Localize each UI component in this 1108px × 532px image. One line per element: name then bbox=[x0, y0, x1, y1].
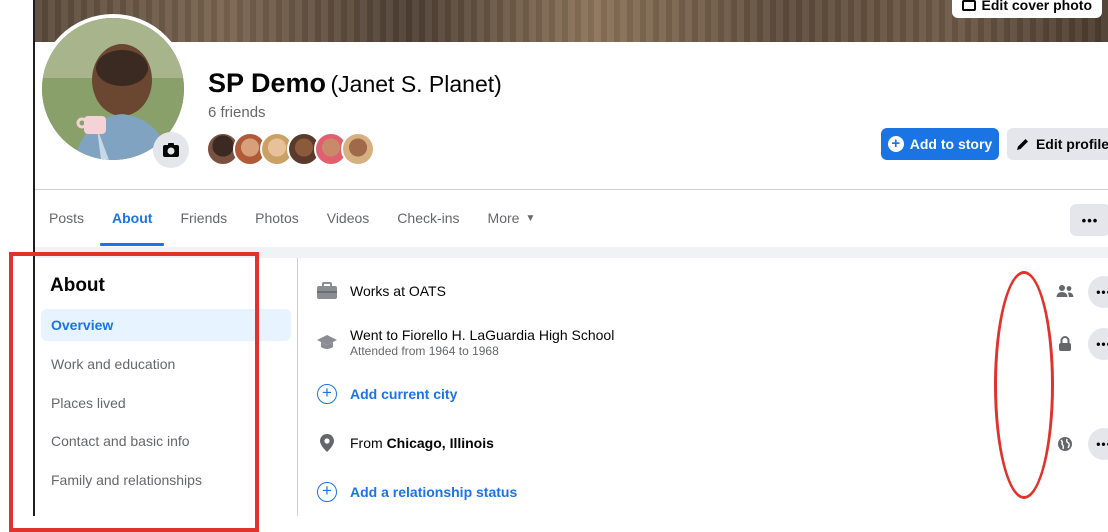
education-text[interactable]: Went to Fiorello H. LaGuardia High Schoo… bbox=[350, 327, 614, 343]
work-row: Works at OATS bbox=[316, 280, 1096, 302]
add-city-row[interactable]: + Add current city bbox=[316, 384, 1096, 404]
update-profile-picture-button[interactable] bbox=[153, 132, 189, 168]
tab-label: Posts bbox=[49, 210, 85, 226]
alternate-name: (Janet S. Planet) bbox=[330, 71, 502, 97]
plus-circle-icon: + bbox=[317, 384, 337, 404]
profile-name: SP Demo (Janet S. Planet) bbox=[208, 68, 502, 99]
nav-label: Work and education bbox=[51, 356, 176, 372]
camera-icon bbox=[163, 143, 179, 157]
chevron-down-icon: ▼ bbox=[525, 212, 536, 224]
tab-check-ins[interactable]: Check-ins bbox=[383, 190, 473, 246]
friends-icon[interactable] bbox=[1056, 282, 1074, 300]
plus-circle-icon: + bbox=[887, 136, 904, 152]
briefcase-icon bbox=[316, 280, 338, 302]
friend-avatars bbox=[206, 132, 375, 166]
more-icon: ••• bbox=[1096, 285, 1108, 299]
about-nav-family-relationships[interactable]: Family and relationships bbox=[41, 464, 291, 496]
about-nav-contact-info[interactable]: Contact and basic info bbox=[41, 425, 291, 457]
add-relationship-link[interactable]: Add a relationship status bbox=[350, 484, 517, 500]
edit-profile-label: Edit profile bbox=[1035, 136, 1108, 152]
camera-icon bbox=[961, 0, 976, 11]
edit-cover-label: Edit cover photo bbox=[981, 0, 1092, 13]
tab-friends[interactable]: Friends bbox=[166, 190, 241, 246]
nav-label: Places lived bbox=[51, 395, 126, 411]
tab-posts[interactable]: Posts bbox=[35, 190, 98, 246]
tab-photos[interactable]: Photos bbox=[241, 190, 313, 246]
tab-label: Check-ins bbox=[397, 210, 460, 226]
hometown-link[interactable]: Chicago, Illinois bbox=[387, 435, 494, 451]
graduation-cap-icon bbox=[316, 332, 338, 354]
tab-more[interactable]: More ▼ bbox=[474, 190, 550, 246]
about-nav-title: About bbox=[50, 275, 105, 296]
profile-header: SP Demo (Janet S. Planet) 6 friends + Ad… bbox=[35, 14, 1108, 247]
about-nav-overview[interactable]: Overview bbox=[41, 309, 291, 341]
add-city-link[interactable]: Add current city bbox=[350, 386, 457, 402]
hometown-row: From Chicago, Illinois bbox=[316, 432, 1096, 454]
from-prefix: From bbox=[350, 435, 387, 451]
pencil-icon bbox=[1016, 138, 1028, 150]
add-to-story-button[interactable]: + Add to story bbox=[881, 128, 999, 160]
display-name: SP Demo bbox=[208, 68, 327, 98]
edit-profile-button[interactable]: Edit profile bbox=[1007, 128, 1108, 160]
add-relationship-row[interactable]: + Add a relationship status bbox=[316, 482, 1096, 502]
friend-avatar[interactable] bbox=[341, 132, 375, 166]
work-options-button[interactable]: ••• bbox=[1088, 276, 1108, 308]
globe-icon[interactable] bbox=[1056, 435, 1074, 453]
tab-label: Friends bbox=[180, 210, 228, 226]
tab-label: About bbox=[112, 210, 153, 226]
profile-page: Edit cover photo SP Demo (Janet S. Plane… bbox=[33, 0, 1108, 516]
lock-icon[interactable] bbox=[1056, 335, 1074, 353]
about-section: About Overview Work and education Places… bbox=[35, 258, 1108, 516]
tab-label: Videos bbox=[326, 210, 370, 226]
tab-label: More bbox=[487, 210, 520, 226]
profile-tabs: Posts About Friends Photos Videos Check-… bbox=[35, 190, 549, 246]
tab-videos[interactable]: Videos bbox=[313, 190, 384, 246]
more-icon: ••• bbox=[1096, 437, 1108, 451]
education-dates: Attended from 1964 to 1968 bbox=[350, 344, 499, 358]
tab-label: Photos bbox=[255, 210, 299, 226]
about-nav-places-lived[interactable]: Places lived bbox=[41, 387, 291, 419]
location-pin-icon bbox=[316, 432, 338, 454]
nav-label: Overview bbox=[51, 317, 114, 333]
education-row: Went to Fiorello H. LaGuardia High Schoo… bbox=[316, 327, 1096, 358]
hometown-options-button[interactable]: ••• bbox=[1088, 428, 1108, 460]
plus-circle-icon: + bbox=[317, 482, 337, 502]
about-nav-work-education[interactable]: Work and education bbox=[41, 348, 291, 380]
about-nav: About Overview Work and education Places… bbox=[35, 258, 298, 516]
more-icon: ••• bbox=[1081, 212, 1099, 228]
tab-about[interactable]: About bbox=[98, 190, 166, 246]
work-text: Works at OATS bbox=[350, 283, 446, 299]
nav-label: Contact and basic info bbox=[51, 433, 190, 449]
overview-panel: Works at OATS Went to Fiorello H. LaGuar… bbox=[298, 258, 1108, 516]
more-icon: ••• bbox=[1096, 337, 1108, 351]
nav-label: Family and relationships bbox=[51, 472, 202, 488]
profile-more-button[interactable]: ••• bbox=[1070, 204, 1108, 236]
add-to-story-label: Add to story bbox=[909, 136, 993, 152]
edit-cover-photo-button[interactable]: Edit cover photo bbox=[951, 0, 1102, 18]
hometown-text: From Chicago, Illinois bbox=[350, 435, 494, 451]
cover-photo bbox=[35, 0, 1108, 42]
friends-count[interactable]: 6 friends bbox=[208, 104, 266, 121]
